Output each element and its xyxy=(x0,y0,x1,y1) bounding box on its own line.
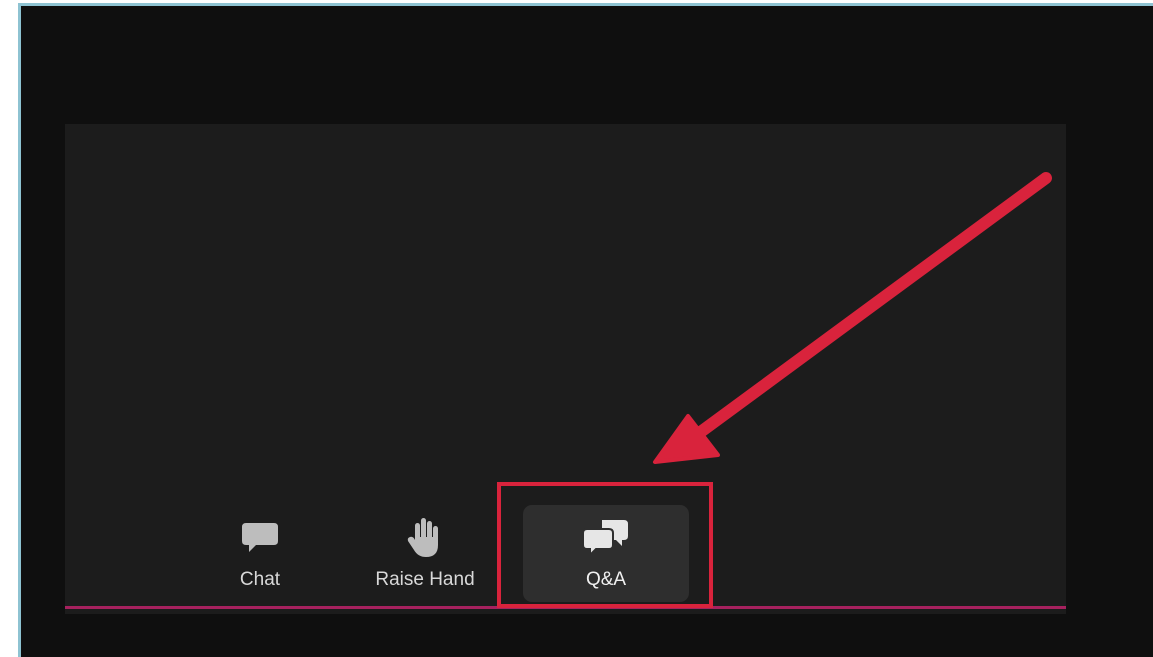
chat-button[interactable]: Chat xyxy=(210,505,310,602)
qa-bubbles-icon xyxy=(582,515,630,559)
raised-hand-icon xyxy=(405,515,445,559)
toolbar-accent-line xyxy=(65,606,1066,609)
qa-label: Q&A xyxy=(585,569,627,590)
chat-bubble-icon xyxy=(240,515,280,559)
chat-label: Chat xyxy=(239,569,281,590)
raise-hand-label: Raise Hand xyxy=(375,569,475,590)
qa-button[interactable]: Q&A xyxy=(523,505,689,602)
raise-hand-button[interactable]: Raise Hand xyxy=(345,505,505,602)
